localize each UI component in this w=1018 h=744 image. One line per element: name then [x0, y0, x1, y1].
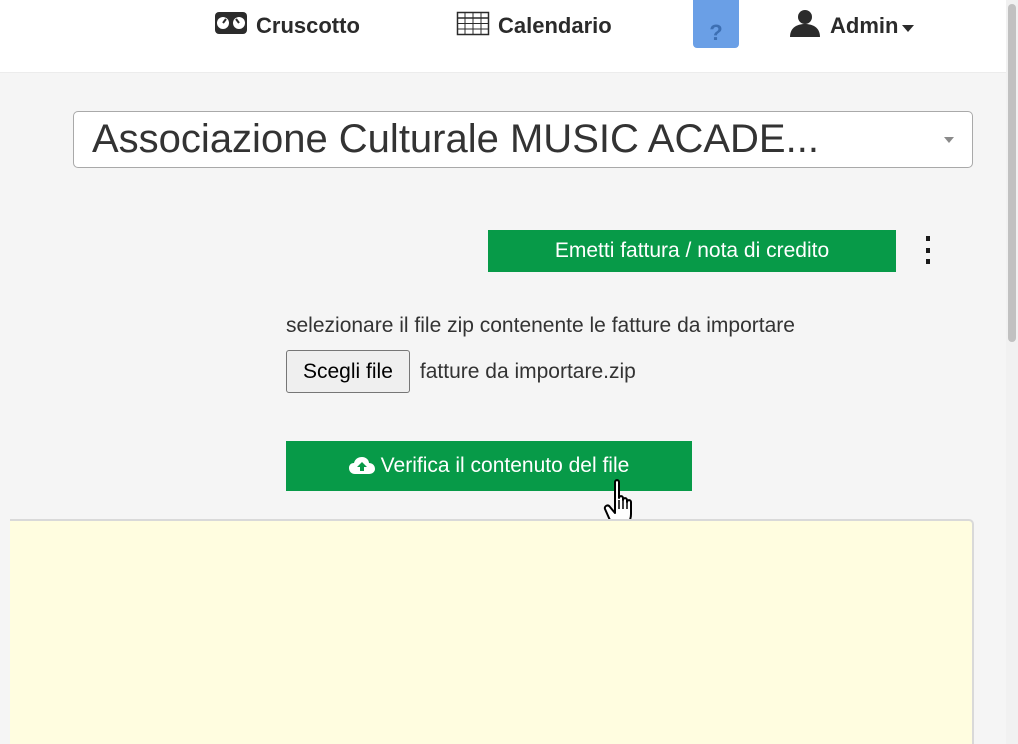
scrollbar-thumb[interactable] [1008, 4, 1016, 342]
nav-dashboard[interactable]: Cruscotto [214, 6, 360, 46]
dashboard-icon [214, 10, 248, 42]
user-menu[interactable]: Admin [788, 6, 915, 46]
import-instructions: selezionare il file zip contenente le fa… [286, 314, 795, 337]
choose-file-button[interactable]: Scegli file [286, 350, 410, 393]
help-label: ? [709, 20, 723, 45]
main-content: Associazione Culturale MUSIC ACADE... Em… [0, 73, 1006, 744]
user-menu-label: Admin [830, 13, 899, 38]
cloud-upload-icon [348, 456, 375, 476]
organization-select-value: Associazione Culturale MUSIC ACADE... [92, 117, 819, 161]
nav-dashboard-label: Cruscotto [256, 13, 360, 38]
nav-calendar[interactable]: Calendario [456, 6, 612, 46]
issue-invoice-label: Emetti fattura / nota di credito [554, 239, 830, 262]
selected-file-name: fatture da importare.zip [419, 359, 636, 383]
select-arrow-icon [944, 137, 954, 143]
kebab-menu-icon[interactable] [922, 236, 934, 264]
caret-down-icon [902, 24, 915, 32]
page: Cruscotto Calendario ? Admin Associazion… [0, 0, 1018, 744]
nav-calendar-label: Calendario [498, 13, 612, 38]
verify-file-label: Verifica il contenuto del file [380, 454, 630, 477]
user-icon [788, 9, 822, 43]
top-navbar: Cruscotto Calendario ? Admin [0, 0, 1006, 73]
organization-select[interactable]: Associazione Culturale MUSIC ACADE... [73, 111, 973, 168]
issue-invoice-button[interactable]: Emetti fattura / nota di credito [488, 230, 896, 272]
help-button[interactable]: ? [693, 0, 739, 48]
page-scrollbar[interactable] [1006, 0, 1018, 744]
file-input-row: Scegli file fatture da importare.zip [286, 350, 636, 393]
calendar-icon [456, 10, 490, 42]
import-result-panel [10, 519, 974, 744]
